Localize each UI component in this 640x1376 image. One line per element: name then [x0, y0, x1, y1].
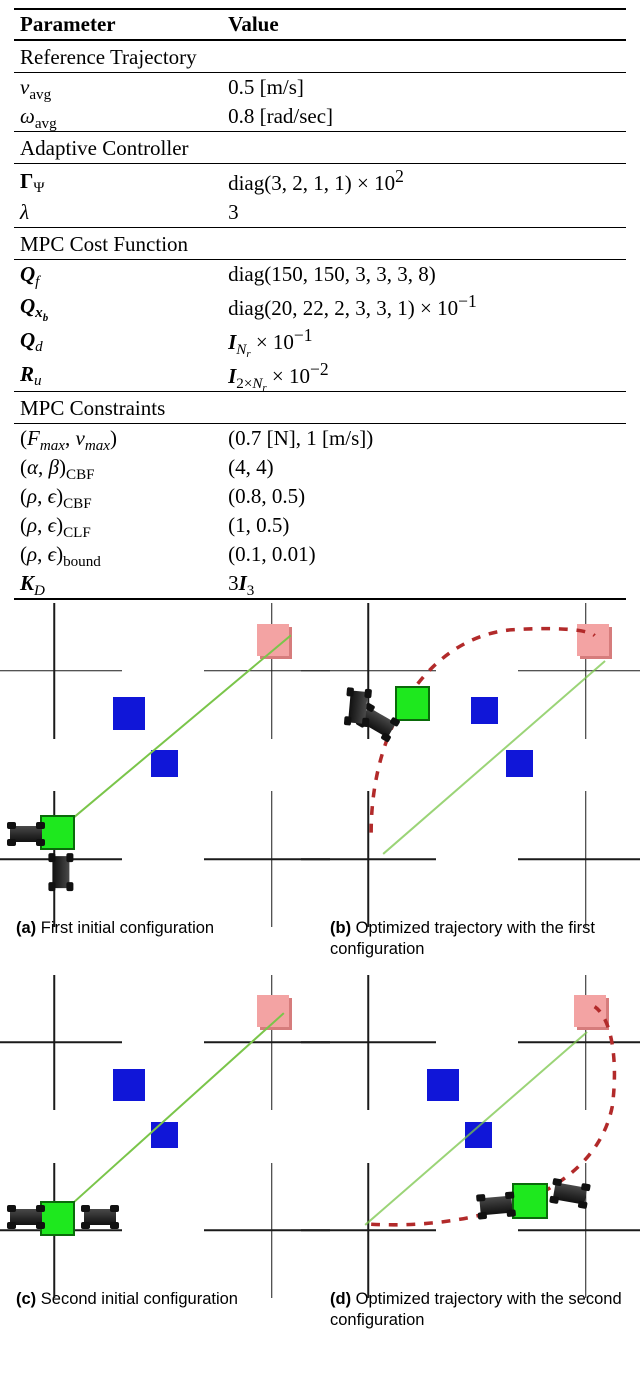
- robot-left: [476, 1193, 516, 1217]
- parameter-table: Parameter Value Reference Trajectory vav…: [14, 8, 626, 600]
- payload-box: [512, 1183, 547, 1218]
- Qxb-value: diag(20, 22, 2, 3, 3, 1) × 10−1: [222, 289, 626, 323]
- wavg-label: ωavg: [14, 102, 222, 132]
- obstacle-1: [113, 697, 145, 729]
- obstacle-2: [151, 750, 177, 776]
- KD-value: 3I3: [222, 569, 626, 599]
- reCLF-label: (ρ, ϵ)CLF: [14, 511, 222, 540]
- reCBF-label: (ρ, ϵ)CBF: [14, 482, 222, 511]
- panel-a: (a) First initial configuration: [16, 618, 310, 959]
- vavg-value: 0.5 [m/s]: [222, 73, 626, 103]
- section-mpc-cost: MPC Cost Function: [14, 228, 626, 260]
- robot-below: [51, 853, 72, 891]
- vavg-label: vavg: [14, 73, 222, 103]
- trajectory-path: [330, 989, 624, 1283]
- straight-reference: [54, 634, 291, 834]
- reCLF-value: (1, 0.5): [222, 511, 626, 540]
- caption-c: (c) Second initial configuration: [16, 1289, 310, 1310]
- Qf-value: diag(150, 150, 3, 3, 3, 8): [222, 260, 626, 290]
- col-parameter: Parameter: [14, 9, 222, 40]
- robot-left: [346, 688, 370, 728]
- trajectory-path: [330, 618, 624, 912]
- caption-d: (d) Optimized trajectory with the second…: [330, 1289, 624, 1330]
- panel-b: (b) Optimized trajectory with the first …: [330, 618, 624, 959]
- scene-c: [16, 989, 310, 1283]
- col-value: Value: [222, 9, 626, 40]
- reCBF-value: (0.8, 0.5): [222, 482, 626, 511]
- gamma-label: ΓΨ: [14, 164, 222, 199]
- payload-box: [395, 686, 430, 721]
- caption-b: (b) Optimized trajectory with the first …: [330, 918, 624, 959]
- KD-label: KD: [14, 569, 222, 599]
- panel-d: (d) Optimized trajectory with the second…: [330, 989, 624, 1330]
- scene-d: [330, 989, 624, 1283]
- robot-right: [81, 1207, 119, 1228]
- Fmax-value: (0.7 [N], 1 [m/s]): [222, 424, 626, 454]
- Ru-label: Ru: [14, 357, 222, 392]
- Qf-label: Qf: [14, 260, 222, 290]
- lambda-label: λ: [14, 198, 222, 228]
- section-ref-traj: Reference Trajectory: [14, 40, 626, 73]
- figure-grid: (a) First initial configuration: [14, 618, 626, 1331]
- lambda-value: 3: [222, 198, 626, 228]
- reBound-value: (0.1, 0.01): [222, 540, 626, 569]
- scene-b: [330, 618, 624, 912]
- section-mpc-constraints: MPC Constraints: [14, 392, 626, 424]
- robot-left: [7, 824, 45, 845]
- robot-left: [7, 1207, 45, 1228]
- Qxb-label: Qxb: [14, 289, 222, 323]
- Ru-value: I2×Nr × 10−2: [222, 357, 626, 392]
- abCBF-value: (4, 4): [222, 453, 626, 482]
- robot-right: [549, 1180, 590, 1207]
- Fmax-label: (Fmax, vmax): [14, 424, 222, 454]
- abCBF-label: (α, β)CBF: [14, 453, 222, 482]
- wavg-value: 0.8 [rad/sec]: [222, 102, 626, 132]
- panel-c: (c) Second initial configuration: [16, 989, 310, 1330]
- obstacle-2: [151, 1122, 177, 1148]
- straight-reference: [54, 1012, 284, 1220]
- gamma-value: diag(3, 2, 1, 1) × 102: [222, 164, 626, 199]
- reBound-label: (ρ, ϵ)bound: [14, 540, 222, 569]
- scene-a: [16, 618, 310, 912]
- section-adaptive: Adaptive Controller: [14, 132, 626, 164]
- Qd-value: INr × 10−1: [222, 323, 626, 357]
- caption-a: (a) First initial configuration: [16, 918, 310, 939]
- obstacle-1: [113, 1069, 145, 1101]
- Qd-label: Qd: [14, 323, 222, 357]
